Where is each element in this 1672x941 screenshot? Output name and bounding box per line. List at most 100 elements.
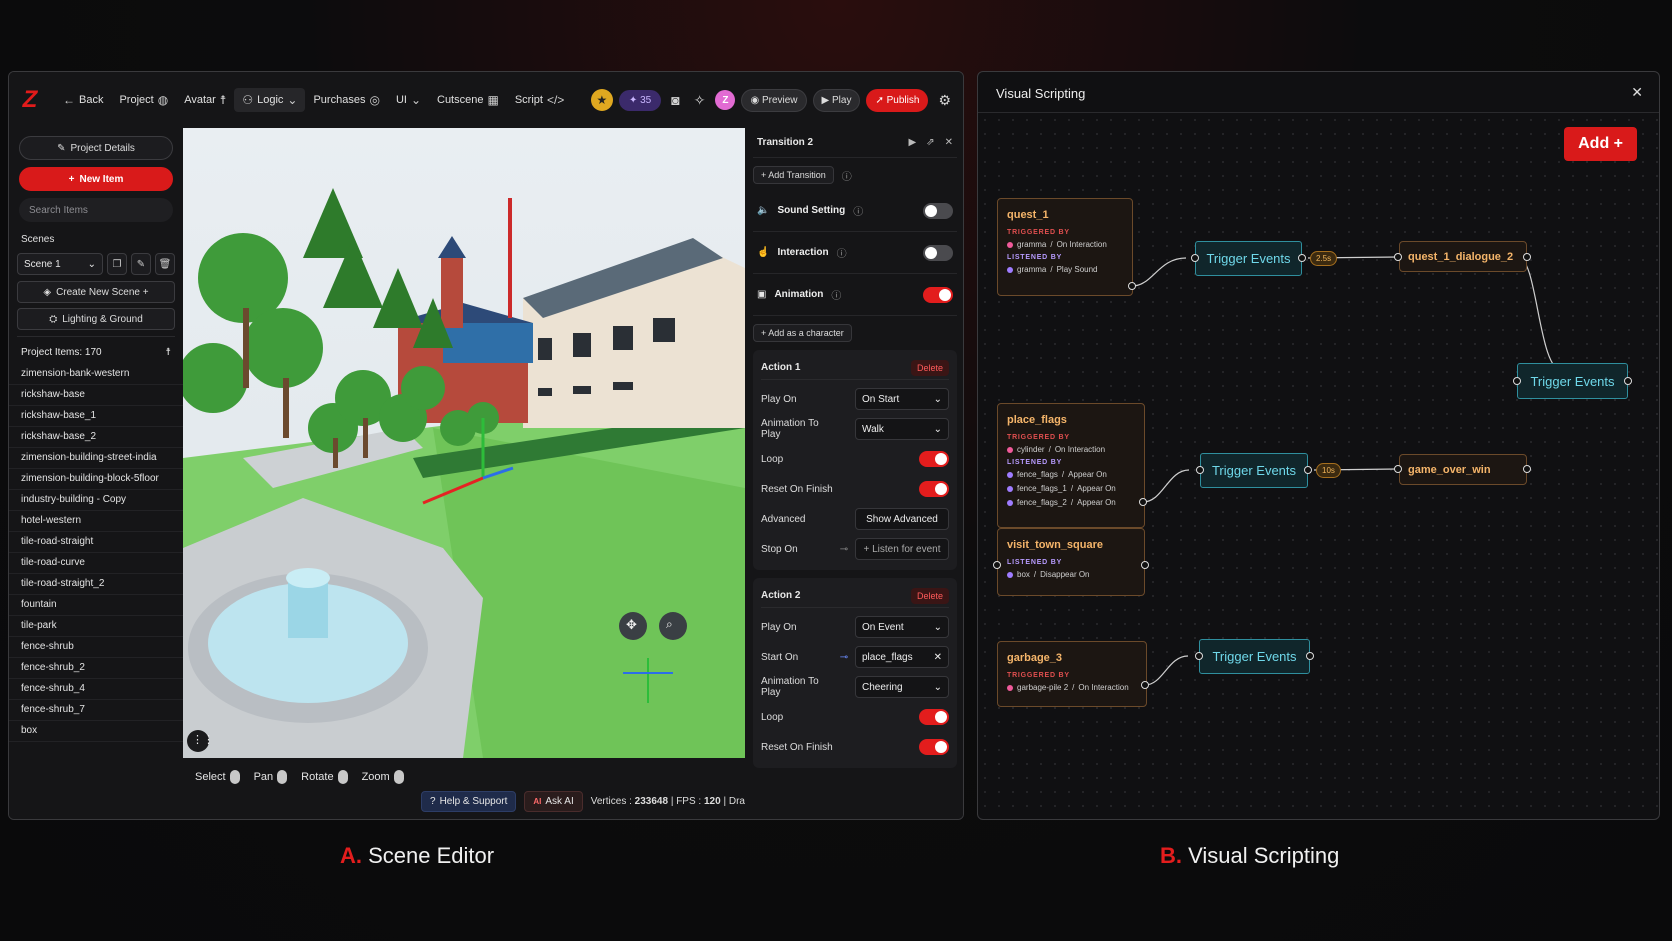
node-place-flags[interactable]: place_flags TRIGGERED BY cylinder / On Int… (997, 403, 1145, 528)
trigger-events-node[interactable]: Trigger Events (1200, 453, 1308, 488)
input-port[interactable] (993, 561, 1001, 569)
trigger-events-node[interactable]: Trigger Events (1199, 639, 1310, 674)
show-advanced-button[interactable]: Show Advanced (855, 508, 949, 530)
list-item[interactable]: fence-shrub_7 (9, 700, 183, 721)
trigger-events-node[interactable]: Trigger Events (1195, 241, 1302, 276)
delete-button[interactable]: Delete (910, 359, 949, 376)
app-logo[interactable]: Z (17, 86, 43, 113)
reset-toggle[interactable] (919, 739, 949, 755)
list-item[interactable]: fountain (9, 595, 183, 616)
zoom-icon[interactable]: ⌕ (666, 617, 673, 632)
new-item-button[interactable]: + New Item (19, 167, 173, 191)
input-port[interactable] (1394, 253, 1402, 261)
event-node-quest-1-dialogue-2[interactable]: quest_1_dialogue_2 (1399, 241, 1527, 272)
person-pose-icon[interactable]: ☨ (166, 347, 171, 358)
output-port[interactable] (1298, 254, 1306, 262)
nav-mode-button[interactable]: Pan (254, 770, 288, 784)
clear-icon[interactable]: ✕ (934, 652, 942, 663)
animation-select[interactable]: Cheering ⌄ (855, 676, 949, 698)
output-port[interactable] (1128, 282, 1136, 290)
gems-counter[interactable]: ✦ 35 (618, 89, 662, 111)
lighting-ground-button[interactable]: ⛭ Lighting & Ground (17, 308, 175, 330)
user-avatar[interactable]: Z (715, 90, 736, 110)
info-icon[interactable]: ⓘ (853, 203, 863, 218)
delay-badge[interactable]: 10s (1316, 463, 1341, 478)
output-port[interactable] (1141, 681, 1149, 689)
scene-select[interactable]: Scene 1 ⌄ (17, 253, 103, 275)
nav-mode-button[interactable]: Rotate (301, 770, 348, 784)
play-circle-icon[interactable]: ▶ (909, 137, 917, 148)
list-item[interactable]: fence-shrub_2 (9, 658, 183, 679)
output-port[interactable] (1523, 253, 1531, 261)
close-icon[interactable]: ✕ (1631, 84, 1643, 101)
info-icon[interactable]: ⓘ (831, 287, 841, 302)
help-support-button[interactable]: ? Help & Support (421, 791, 517, 812)
create-scene-button[interactable]: ◈ Create New Scene + (17, 281, 175, 303)
publish-button[interactable]: ➚ Publish (866, 88, 929, 112)
list-item[interactable]: rickshaw-base_1 (9, 406, 183, 427)
avatar-menu[interactable]: Avatar ☨ (176, 88, 234, 112)
list-item[interactable]: zimension-building-street-india (9, 448, 183, 469)
node-quest-1[interactable]: quest_1 TRIGGERED BY gramma / On Interacti… (997, 198, 1133, 296)
list-item[interactable]: tile-park (9, 616, 183, 637)
ui-menu[interactable]: UI ⌄ (388, 88, 429, 112)
node-canvas[interactable]: Add + quest_1 TRIGGERED BY gramma / On Int… (978, 113, 1659, 819)
loop-toggle[interactable] (919, 451, 949, 467)
list-item[interactable]: rickshaw-base_2 (9, 427, 183, 448)
move-icon[interactable]: ✥ (626, 617, 637, 633)
play-on-select[interactable]: On Start ⌄ (855, 388, 949, 410)
pencil-icon[interactable]: ✎ (131, 253, 151, 275)
project-details-button[interactable]: ✎ Project Details (19, 136, 173, 160)
node-visit-town-square[interactable]: visit_town_square LISTENED BY box / Disapp… (997, 528, 1145, 596)
grid-icon[interactable]: ⋮⋮ (192, 733, 214, 746)
sound-toggle[interactable] (923, 202, 953, 219)
preview-button[interactable]: ◉ Preview (741, 88, 807, 112)
animation-select[interactable]: Walk ⌄ (855, 418, 949, 440)
input-port[interactable] (1191, 254, 1199, 262)
script-menu[interactable]: Script </> (507, 88, 572, 112)
settings-gear-icon[interactable]: ⚙ (934, 90, 955, 111)
delay-badge[interactable]: 2.5s (1310, 251, 1338, 266)
add-as-character-button[interactable]: + Add as a character (753, 324, 852, 342)
output-port[interactable] (1139, 498, 1147, 506)
search-items-input[interactable]: Search Items (19, 198, 173, 222)
input-port[interactable] (1513, 377, 1521, 385)
play-button[interactable]: ▶ Play (812, 88, 861, 112)
list-item[interactable]: tile-road-straight_2 (9, 574, 183, 595)
delete-button[interactable]: Delete (910, 587, 949, 604)
trigger-events-node[interactable]: Trigger Events (1517, 363, 1628, 399)
output-port[interactable] (1523, 465, 1531, 473)
nav-mode-button[interactable]: Select (195, 770, 240, 784)
list-item[interactable]: hotel-western (9, 511, 183, 532)
duplicate-icon[interactable]: ❐ (107, 253, 127, 275)
list-item[interactable]: tile-road-straight (9, 532, 183, 553)
back-button[interactable]: ← Back (55, 88, 111, 112)
input-port[interactable] (1394, 465, 1402, 473)
info-icon[interactable]: ⓘ (842, 168, 852, 183)
nav-mode-button[interactable]: Zoom (362, 770, 404, 784)
cutscene-menu[interactable]: Cutscene ▦ (429, 88, 507, 112)
list-item[interactable]: industry-building - Copy (9, 490, 183, 511)
list-item[interactable]: rickshaw-base (9, 385, 183, 406)
logic-menu[interactable]: ⚇ Logic ⌄ (234, 88, 306, 112)
info-icon[interactable]: ⓘ (837, 245, 847, 260)
external-link-icon[interactable]: ⇗ (926, 137, 934, 148)
star-icon[interactable]: ★ (590, 89, 613, 111)
list-item[interactable]: zimension-building-block-5floor (9, 469, 183, 490)
camera-icon[interactable]: ◙ (667, 90, 683, 110)
3d-viewport[interactable]: ✥ ⌕ ⋮⋮ (183, 128, 745, 758)
output-port[interactable] (1624, 377, 1632, 385)
magic-wand-icon[interactable]: ✧ (690, 90, 710, 111)
ask-ai-button[interactable]: AI Ask AI (524, 791, 583, 812)
add-node-button[interactable]: Add + (1564, 127, 1637, 161)
event-node-game-over-win[interactable]: game_over_win (1399, 454, 1527, 485)
trash-icon[interactable]: 🗑 (155, 253, 175, 275)
listen-event-button[interactable]: + Listen for event (854, 538, 949, 560)
loop-toggle[interactable] (919, 709, 949, 725)
add-transition-button[interactable]: + Add Transition (753, 166, 834, 184)
output-port[interactable] (1141, 561, 1149, 569)
input-port[interactable] (1196, 466, 1204, 474)
reset-toggle[interactable] (919, 481, 949, 497)
node-garbage-3[interactable]: garbage_3 TRIGGERED BY garbage-pile 2/On… (997, 641, 1147, 707)
output-port[interactable] (1304, 466, 1312, 474)
